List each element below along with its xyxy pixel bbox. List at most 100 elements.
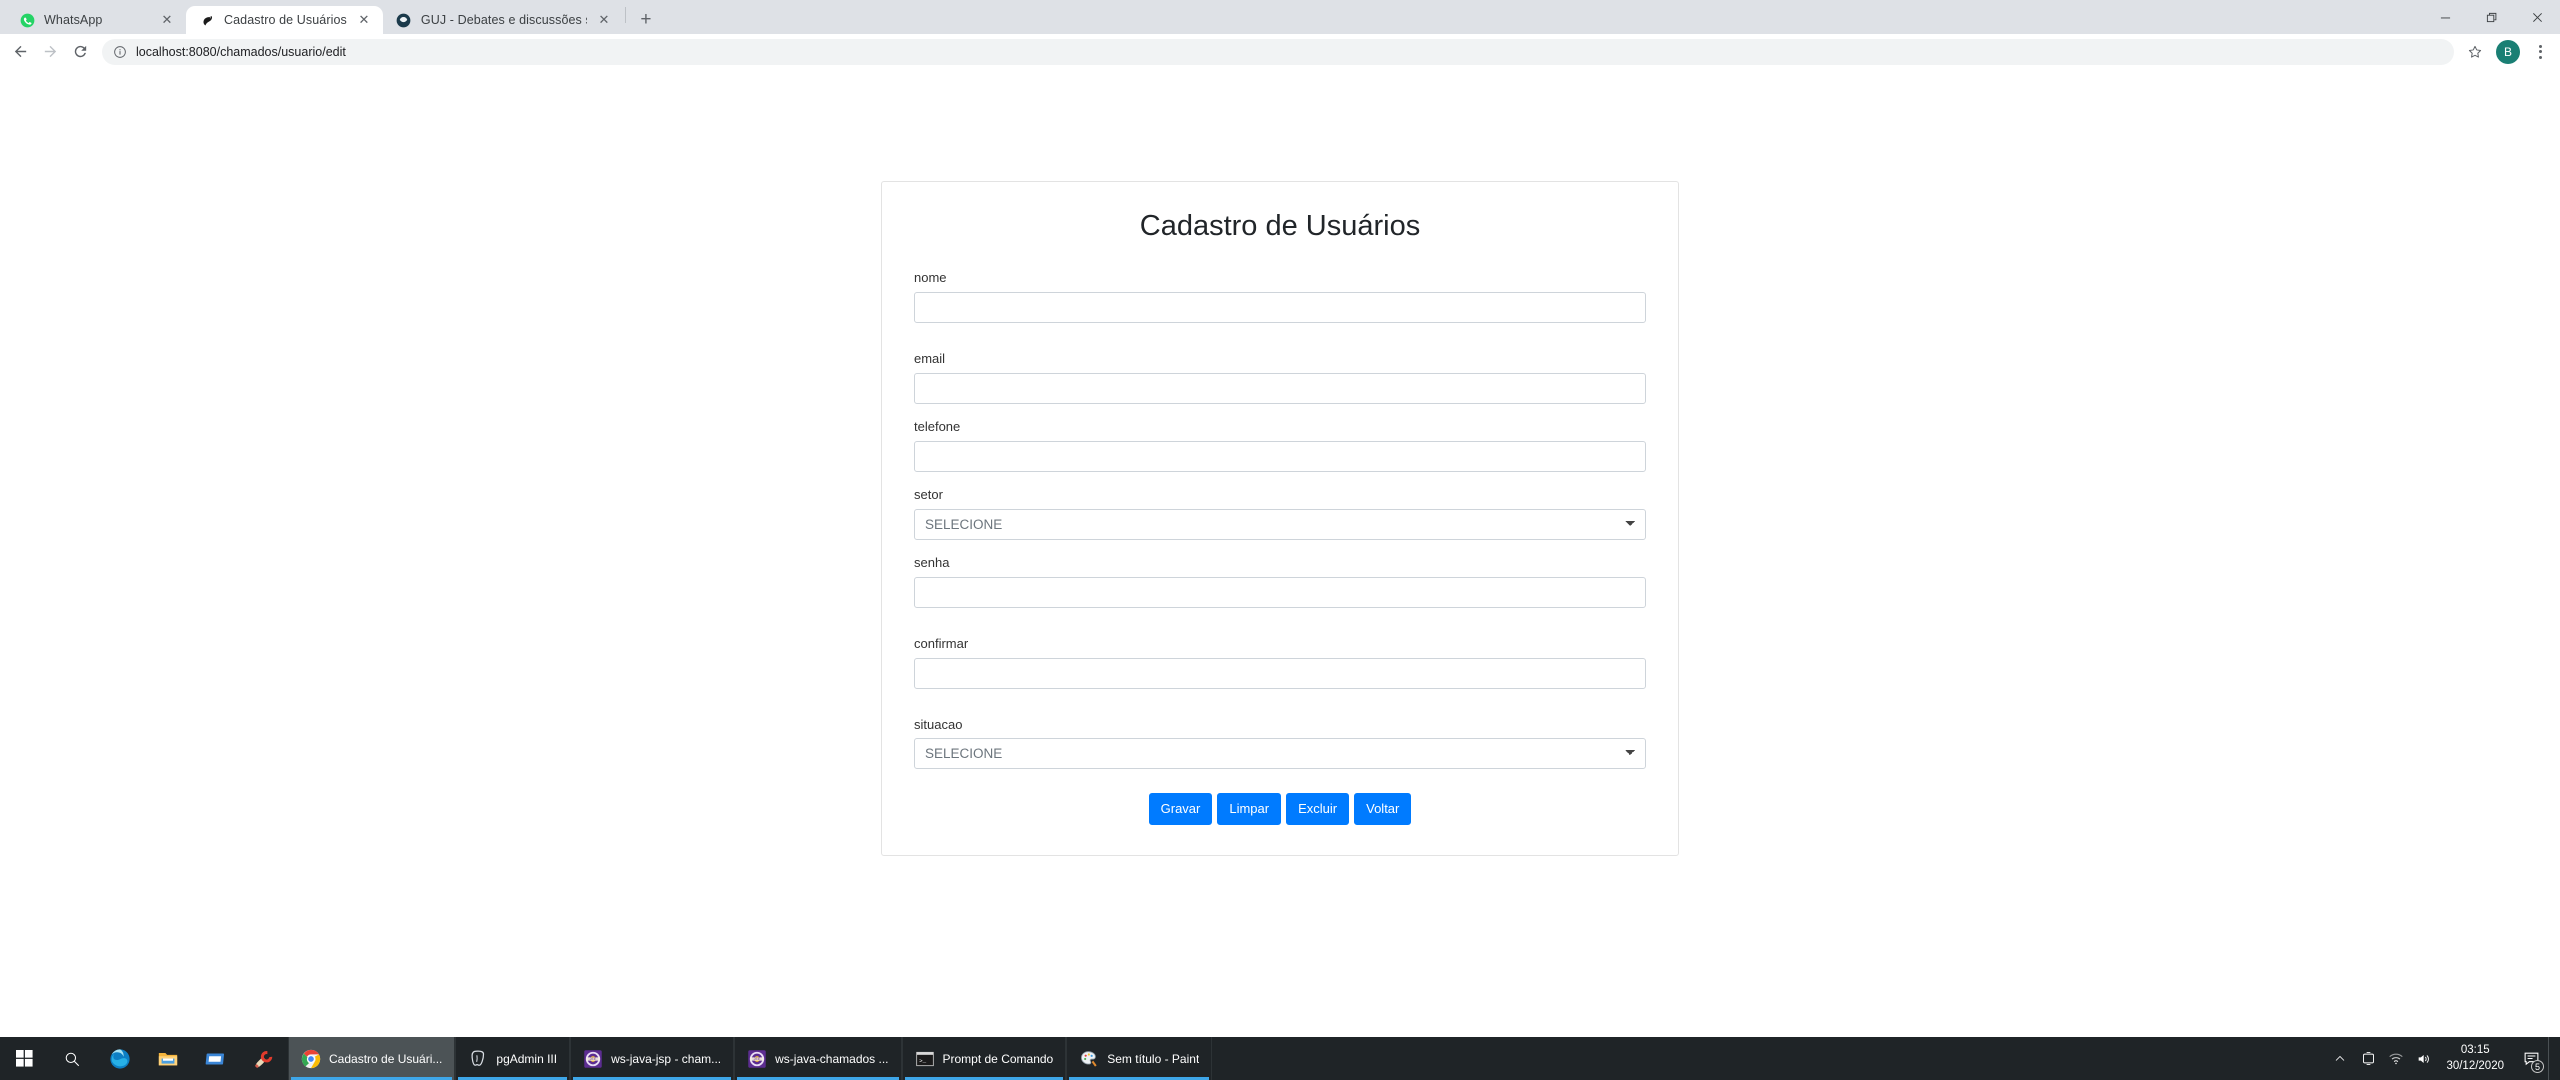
notification-center-button[interactable]: 5: [2514, 1037, 2548, 1080]
chrome-menu-button[interactable]: [2528, 39, 2552, 65]
page-title: Cadastro de Usuários: [1139, 210, 1421, 242]
onedrive-icon[interactable]: [2354, 1037, 2382, 1080]
volume-icon[interactable]: [2410, 1037, 2438, 1080]
forward-button[interactable]: [36, 38, 64, 66]
taskbar-spacer: [1212, 1037, 2326, 1080]
window-controls: [2422, 0, 2560, 34]
label-telefone: telefone: [914, 419, 961, 435]
profile-avatar[interactable]: B: [2496, 39, 2520, 64]
start-icon[interactable]: [0, 1037, 48, 1080]
label-situacao: situacao: [914, 716, 963, 732]
form-group-setor: setor SELECIONE: [914, 487, 1646, 540]
label-setor: setor: [914, 486, 943, 502]
minimize-button[interactable]: [2422, 0, 2468, 34]
tab-divider: [624, 7, 626, 23]
taskbar-clock[interactable]: 03:15 30/12/2020: [2438, 1043, 2514, 1074]
input-confirmar[interactable]: [914, 657, 1646, 689]
form-group-nome: nome: [914, 270, 1646, 324]
input-nome[interactable]: [914, 292, 1646, 324]
taskbar-window-ws-java-chamados[interactable]: JEE ws-java-chamados ...: [734, 1037, 902, 1080]
ccleaner-icon[interactable]: [240, 1037, 288, 1080]
show-hidden-icons-chevron-icon[interactable]: [2326, 1037, 2354, 1080]
svg-text:JEE: JEE: [590, 1057, 597, 1061]
form-group-senha: senha: [914, 555, 1646, 608]
info-circle-icon[interactable]: [112, 44, 127, 59]
taskbar-window-pgadmin[interactable]: pgAdmin III: [455, 1037, 571, 1080]
tab-title: Cadastro de Usuários: [224, 13, 347, 27]
select-setor[interactable]: SELECIONE: [914, 508, 1646, 540]
system-tray: 03:15 30/12/2020 5: [2326, 1037, 2560, 1080]
taskbar-window-label: Cadastro de Usuári...: [329, 1051, 443, 1066]
form-group-email: email: [914, 351, 1646, 405]
close-icon[interactable]: ✕: [596, 12, 612, 28]
excluir-button[interactable]: Excluir: [1286, 793, 1350, 825]
mail-icon[interactable]: [192, 1037, 240, 1080]
select-situacao[interactable]: SELECIONE: [914, 738, 1646, 770]
input-telefone[interactable]: [914, 440, 1646, 472]
eclipse-icon: JEE: [583, 1049, 603, 1069]
taskbar-window-paint[interactable]: Sem título - Paint: [1066, 1037, 1213, 1080]
input-senha[interactable]: [914, 576, 1646, 608]
svg-text:>_: >_: [919, 1057, 926, 1064]
notification-badge: 5: [2531, 1060, 2544, 1073]
bookmark-star-icon[interactable]: [2462, 39, 2488, 65]
label-email: email: [914, 351, 946, 367]
tab-title: GUJ - Debates e discussões sobre: [420, 13, 587, 27]
windows-taskbar: Cadastro de Usuári... pgAdmin III JEE ws…: [0, 1037, 2560, 1080]
taskbar-window-prompt-de-comando[interactable]: >_ Prompt de Comando: [901, 1037, 1067, 1080]
wifi-icon[interactable]: [2382, 1037, 2410, 1080]
browser-toolbar: localhost:8080/chamados/usuario/edit B: [0, 34, 2560, 70]
taskbar-window-label: ws-java-chamados ...: [775, 1051, 889, 1066]
label-nome: nome: [914, 270, 947, 286]
form-group-confirmar: confirmar: [914, 636, 1646, 689]
form-group-situacao: situacao SELECIONE: [914, 717, 1646, 770]
spring-bird-icon: [199, 12, 215, 28]
close-icon[interactable]: ✕: [159, 12, 175, 28]
chrome-icon: [301, 1049, 321, 1069]
user-registration-card: Cadastro de Usuários nome email telefone…: [881, 181, 1679, 856]
address-bar[interactable]: localhost:8080/chamados/usuario/edit: [102, 38, 2454, 65]
address-bar-url: localhost:8080/chamados/usuario/edit: [136, 44, 346, 59]
close-window-button[interactable]: [2514, 0, 2560, 34]
browser-tab-cadastro-de-usuarios[interactable]: Cadastro de Usuários ✕: [186, 6, 383, 34]
tab-title: WhatsApp: [44, 13, 103, 27]
svg-text:JEE: JEE: [754, 1057, 761, 1061]
paint-icon: [1079, 1049, 1099, 1069]
close-icon[interactable]: ✕: [356, 12, 372, 28]
search-icon[interactable]: [48, 1037, 96, 1080]
browser-tab-whatsapp[interactable]: WhatsApp ✕: [6, 6, 186, 34]
gravar-button[interactable]: Gravar: [1148, 793, 1213, 825]
clock-date: 30/12/2020: [2446, 1059, 2504, 1072]
guj-icon: [396, 12, 412, 28]
file-explorer-icon[interactable]: [144, 1037, 192, 1080]
whatsapp-icon: [19, 12, 35, 28]
limpar-button[interactable]: Limpar: [1217, 793, 1282, 825]
back-button[interactable]: [6, 38, 34, 66]
input-email[interactable]: [914, 373, 1646, 405]
taskbar-window-ws-java-jsp[interactable]: JEE ws-java-jsp - cham...: [570, 1037, 735, 1080]
reload-button[interactable]: [66, 38, 94, 66]
browser-tab-guj[interactable]: GUJ - Debates e discussões sobre ✕: [382, 6, 623, 34]
browser-window: WhatsApp ✕ Cadastro de Usuários ✕ GUJ - …: [0, 0, 2560, 1037]
eclipse-icon: JEE: [747, 1049, 767, 1069]
voltar-button[interactable]: Voltar: [1354, 793, 1412, 825]
form-group-telefone: telefone: [914, 419, 1646, 472]
new-tab-button[interactable]: +: [632, 6, 660, 34]
taskbar-window-label: Prompt de Comando: [942, 1051, 1054, 1066]
show-desktop-button[interactable]: [2548, 1037, 2556, 1080]
restore-button[interactable]: [2468, 0, 2514, 34]
form-actions: Gravar Limpar Excluir Voltar: [914, 793, 1646, 825]
label-senha: senha: [914, 554, 950, 570]
taskbar-window-label: pgAdmin III: [496, 1051, 558, 1066]
taskbar-window-label: Sem título - Paint: [1107, 1051, 1200, 1066]
label-confirmar: confirmar: [914, 635, 969, 651]
page-viewport: Cadastro de Usuários nome email telefone…: [0, 70, 2560, 1037]
clock-time: 03:15: [2460, 1043, 2490, 1056]
edge-icon[interactable]: [96, 1037, 144, 1080]
tab-strip: WhatsApp ✕ Cadastro de Usuários ✕ GUJ - …: [0, 0, 2560, 34]
taskbar-window-chrome[interactable]: Cadastro de Usuári...: [288, 1037, 456, 1080]
cmd-icon: >_: [915, 1049, 935, 1069]
